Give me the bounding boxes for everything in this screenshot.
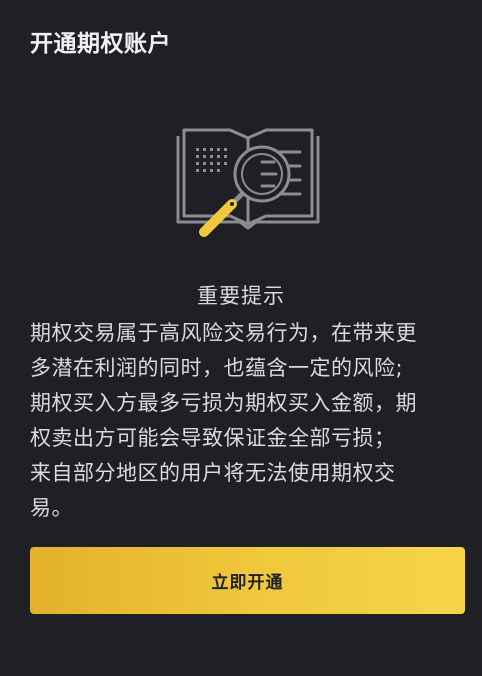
page-title: 开通期权账户 <box>30 31 171 57</box>
notice-line: 易。 <box>30 496 73 520</box>
book-magnifier-icon <box>176 128 320 237</box>
options-account-page: 开通期权账户 重要提示 期权交易属于高风险交易行为，在带来更 多潜在利润的同时，… <box>0 0 482 676</box>
risk-notice-text: 期权交易属于高风险交易行为，在带来更 多潜在利润的同时，也蕴含一定的风险; 期权… <box>30 316 466 526</box>
notice-line: 期权交易属于高风险交易行为，在带来更 <box>30 321 417 345</box>
notice-line: 多潜在利润的同时，也蕴含一定的风险; <box>30 356 404 380</box>
open-now-button[interactable]: 立即开通 <box>30 547 465 614</box>
notice-line: 权卖出方可能会导致保证金全部亏损； <box>30 426 396 450</box>
notice-line: 期权买入方最多亏损为期权买入金额，期 <box>30 391 417 415</box>
notice-line: 来自部分地区的用户将无法使用期权交 <box>30 461 396 485</box>
notice-heading: 重要提示 <box>197 284 285 308</box>
